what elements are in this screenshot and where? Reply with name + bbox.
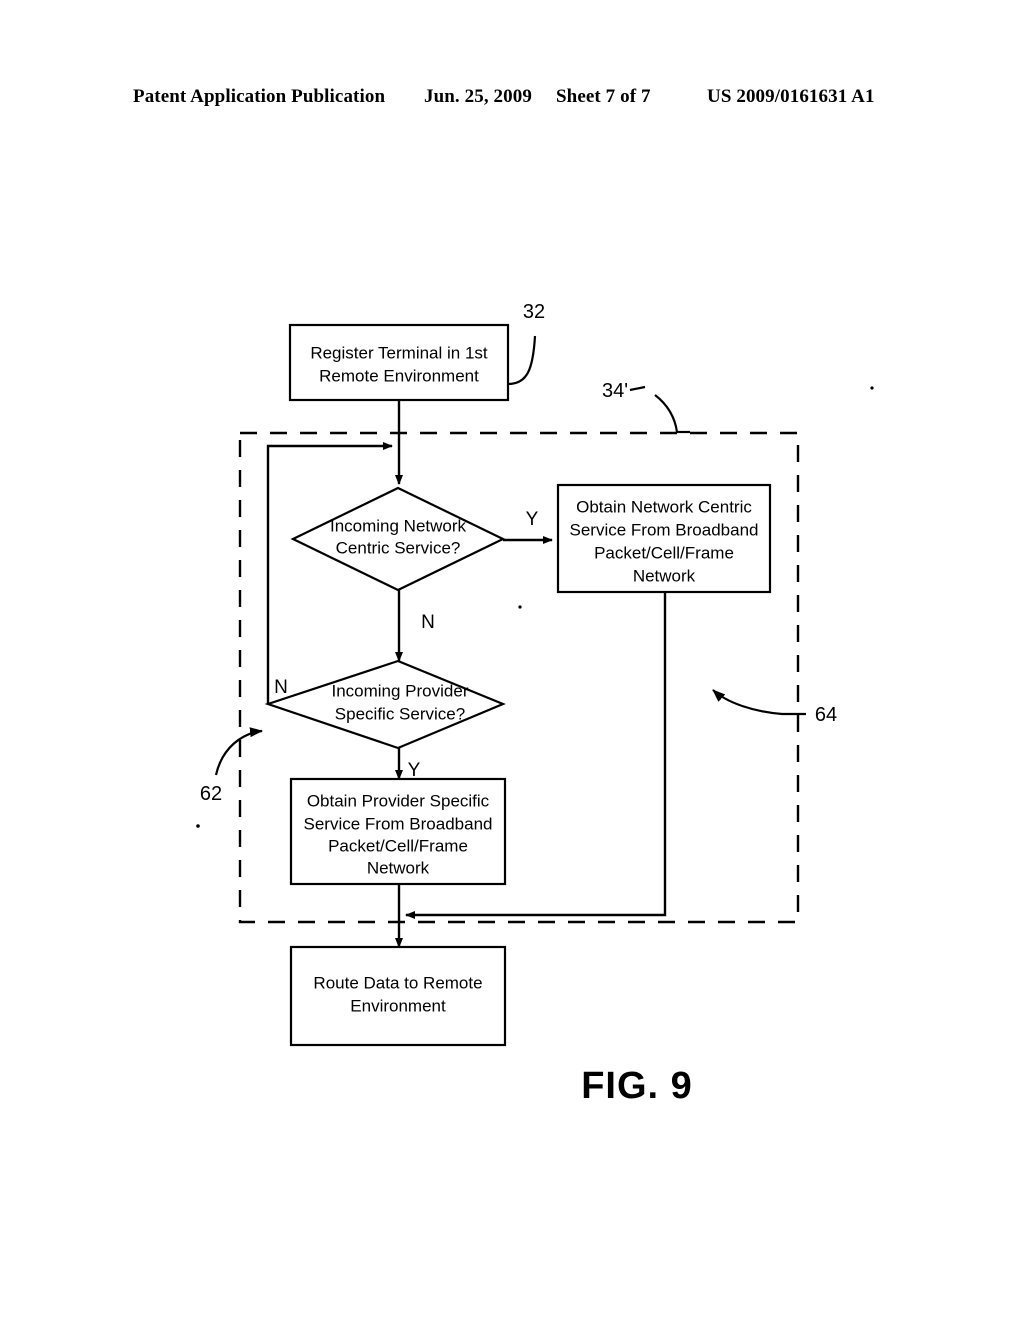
obtain-network-centric-line-3: Packet/Cell/Frame [594, 543, 734, 562]
scan-speck-3 [870, 386, 874, 390]
node-decision-provider-specific: Incoming Provider Specific Service? [264, 659, 506, 750]
register-terminal-line-1: Register Terminal in 1st [310, 343, 488, 362]
node-obtain-network-centric: Obtain Network Centric Service From Broa… [556, 483, 772, 594]
branch-label-network-centric-yes: Y [526, 509, 539, 530]
reference-numeral-64: 64 [815, 704, 837, 726]
obtain-network-centric-line-4: Network [633, 566, 696, 585]
leader-line-34-prime [654, 394, 679, 433]
node-obtain-provider-specific: Obtain Provider Specific Service From Br… [289, 777, 507, 886]
route-data-line-1: Route Data to Remote [313, 973, 482, 992]
register-terminal-box [288, 323, 510, 402]
obtain-network-centric-line-1: Obtain Network Centric [576, 497, 752, 516]
obtain-provider-specific-line-3: Packet/Cell/Frame [328, 836, 468, 855]
provider-specific-line-1: Incoming Provider [331, 681, 468, 700]
obtain-network-centric-line-2: Service From Broadband [570, 520, 759, 539]
network-centric-line-1: Incoming Network [330, 516, 467, 535]
route-data-line-2: Environment [350, 996, 446, 1015]
register-terminal-line-2: Remote Environment [319, 366, 479, 385]
reference-numeral-32: 32 [523, 301, 545, 323]
branch-label-provider-specific-no: N [274, 677, 288, 698]
obtain-provider-specific-line-4: Network [367, 858, 430, 877]
branch-label-provider-specific-yes: Y [408, 760, 421, 781]
figure-caption: FIG. 9 [581, 1065, 693, 1107]
flowchart-canvas: Register Terminal in 1st Remote Environm… [196, 301, 874, 1107]
provider-specific-line-2: Specific Service? [335, 704, 465, 723]
leader-line-32 [507, 335, 537, 386]
figure-9-flowchart: Register Terminal in 1st Remote Environm… [0, 0, 1024, 1320]
node-decision-network-centric: Incoming Network Centric Service? [290, 486, 506, 592]
leader-tick-34-prime [629, 385, 646, 392]
node-route-data: Route Data to Remote Environment [289, 945, 507, 1047]
scan-speck-2 [196, 824, 200, 828]
obtain-provider-specific-line-1: Obtain Provider Specific [307, 791, 490, 810]
scan-speck-1 [518, 605, 522, 609]
node-register-terminal: Register Terminal in 1st Remote Environm… [288, 323, 510, 402]
obtain-provider-specific-line-2: Service From Broadband [304, 814, 493, 833]
reference-numeral-62: 62 [200, 783, 222, 805]
leader-line-64 [712, 689, 783, 716]
network-centric-line-2: Centric Service? [336, 538, 461, 557]
branch-label-network-centric-no: N [421, 612, 435, 633]
reference-numeral-34-prime: 34' [602, 380, 628, 402]
